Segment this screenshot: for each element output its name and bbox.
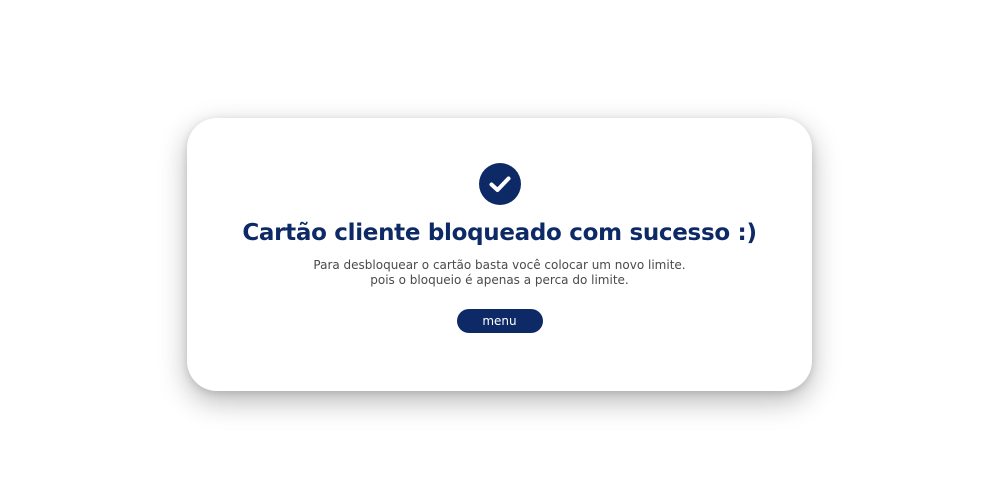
page-background: Cartão cliente bloqueado com sucesso :) … — [0, 0, 1000, 500]
dialog-title: Cartão cliente bloqueado com sucesso :) — [242, 220, 757, 246]
menu-button[interactable]: menu — [456, 309, 543, 333]
dialog-message-line-2: pois o bloqueio é apenas a perca do limi… — [370, 273, 629, 287]
dialog-message: Para desbloquear o cartão basta você col… — [313, 258, 685, 288]
check-circle-svg — [478, 163, 521, 205]
dialog-message-line-1: Para desbloquear o cartão basta você col… — [313, 258, 686, 272]
check-circle-icon — [478, 163, 521, 205]
success-dialog: Cartão cliente bloqueado com sucesso :) … — [187, 118, 812, 391]
